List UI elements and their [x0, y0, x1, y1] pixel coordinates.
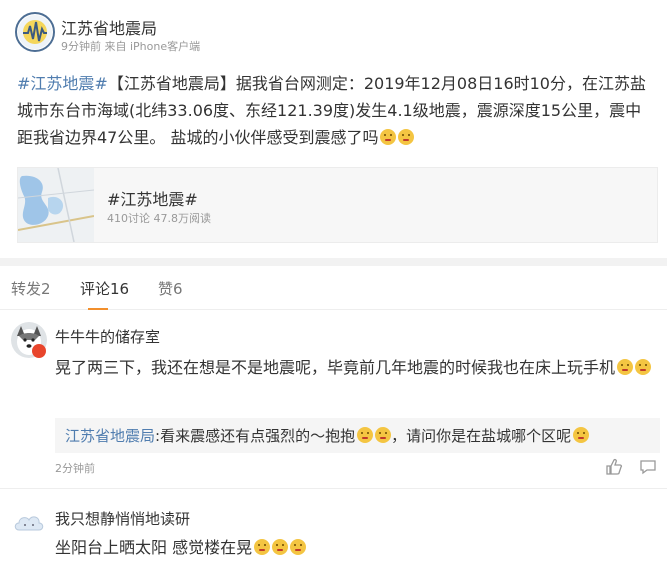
vip-badge-icon [32, 344, 46, 358]
emoji-worried-icon [380, 129, 397, 145]
post-meta: 9分钟前 来自 iPhone客户端 [61, 40, 201, 53]
emoji-worried-icon [573, 427, 590, 443]
comment-icon[interactable] [639, 458, 657, 476]
comment-text: 晃了两三下，我还在想是不是地震呢，毕竟前几年地震的时候我也在床上玩手机 [55, 354, 660, 381]
tab-reposts[interactable]: 转发2 [11, 278, 51, 299]
emoji-laugh-cry-icon [272, 539, 289, 555]
emoji-laugh-cry-icon [254, 539, 271, 555]
emoji-cry-icon [617, 359, 634, 375]
hashtag-link[interactable]: #江苏地震# [17, 74, 108, 93]
post-text: #江苏地震#【江苏省地震局】据我省台网测定：2019年12月08日16时10分，… [17, 70, 657, 151]
topic-map-thumbnail [18, 168, 94, 242]
seismograph-logo-icon [18, 15, 52, 49]
emoji-hug-icon [375, 427, 392, 443]
emoji-worried-icon [398, 129, 415, 145]
avatar[interactable] [11, 506, 47, 542]
comment-text: 坐阳台上晒太阳 感觉楼在晃 [55, 534, 660, 561]
topic-stats: 410讨论 47.8万阅读 [107, 212, 211, 225]
cloud-avatar-icon [11, 506, 47, 542]
active-tab-indicator [88, 308, 108, 310]
interaction-tabs: 转发2 评论16 赞6 [0, 266, 667, 310]
topic-title: #江苏地震# [107, 190, 198, 209]
reply-author[interactable]: 江苏省地震局 [65, 427, 155, 445]
emoji-cry-icon [635, 359, 652, 375]
like-icon[interactable] [605, 458, 623, 476]
post-header: 江苏省地震局 9分钟前 来自 iPhone客户端 [15, 10, 655, 58]
author-name[interactable]: 江苏省地震局 [61, 15, 157, 39]
comment-author[interactable]: 我只想静悄悄地读研 [55, 508, 190, 529]
comment-separator [0, 488, 667, 489]
tab-likes[interactable]: 赞6 [158, 278, 183, 299]
emoji-laugh-cry-icon [290, 539, 307, 555]
tab-comments[interactable]: 评论16 [80, 278, 129, 299]
comment-author[interactable]: 牛牛牛的储存室 [55, 326, 160, 347]
emoji-hug-icon [357, 427, 374, 443]
post-body: 【江苏省地震局】据我省台网测定：2019年12月08日16时10分，在江苏盐城市… [17, 74, 646, 147]
section-divider [0, 258, 667, 266]
author-reply: 江苏省地震局:看来震感还有点强烈的～抱抱 ，请问你是在盐城哪个区呢 [55, 418, 660, 453]
author-avatar[interactable] [15, 12, 55, 52]
comment-time: 2分钟前 [55, 462, 95, 475]
topic-card[interactable]: #江苏地震# 410讨论 47.8万阅读 [17, 167, 658, 243]
